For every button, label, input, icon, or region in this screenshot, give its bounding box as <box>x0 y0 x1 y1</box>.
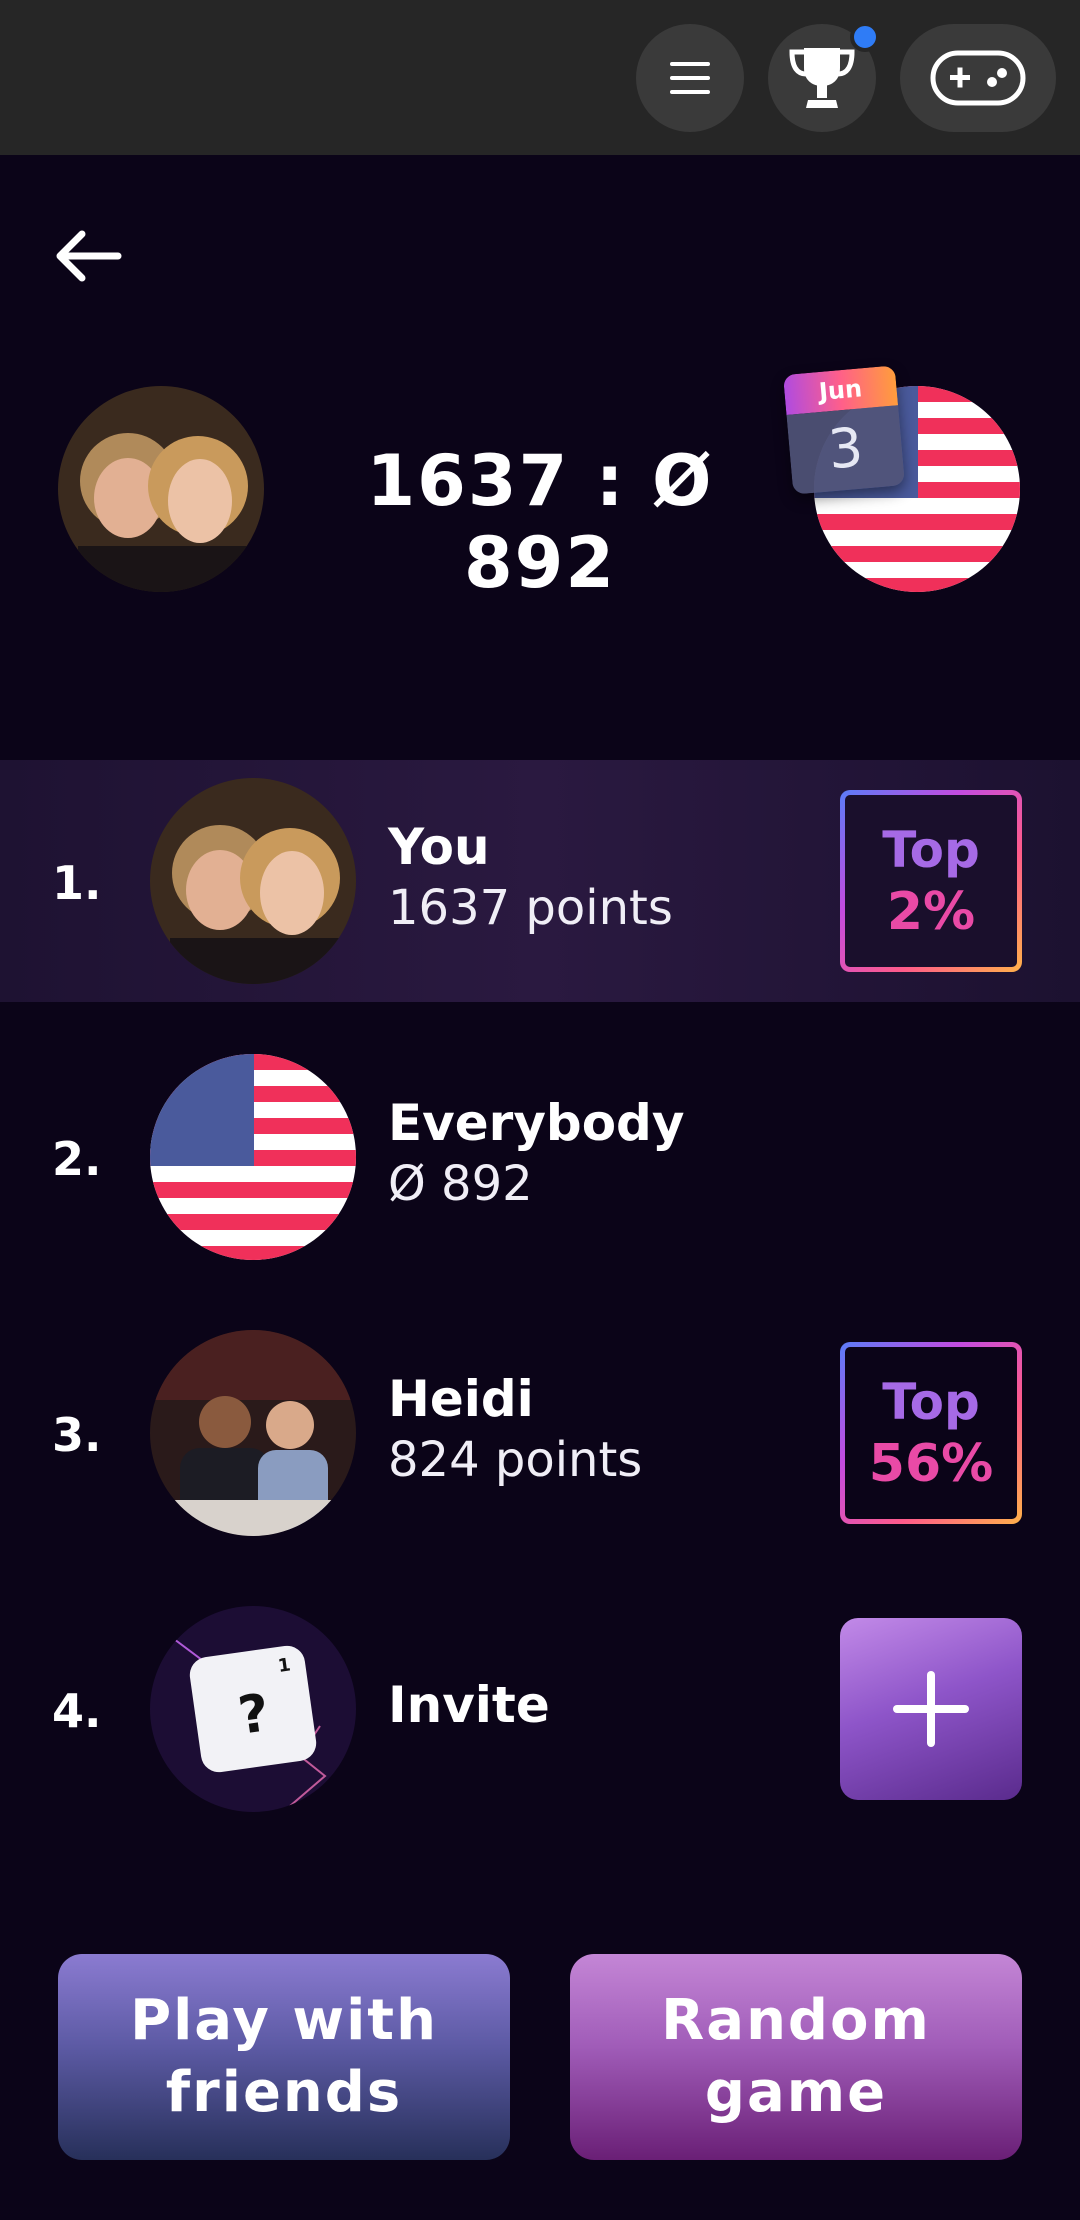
games-button[interactable] <box>900 24 1056 132</box>
top-percent-badge: Top 2% <box>840 790 1022 972</box>
leaderboard-row-everybody[interactable]: 2. Everybody Ø 892 <box>0 1036 1080 1278</box>
top-percent-badge: Top 56% <box>840 1342 1022 1524</box>
top-bar <box>0 0 1080 155</box>
badge-label: Top <box>882 821 980 879</box>
rank-number: 2. <box>52 1132 102 1186</box>
player-points: 1637 points <box>388 880 673 936</box>
plus-icon <box>893 1671 969 1747</box>
us-flag-icon <box>150 1054 356 1260</box>
trophy-button[interactable] <box>768 22 880 132</box>
rank-number: 3. <box>52 1408 102 1462</box>
gamepad-icon <box>930 50 1026 106</box>
user-avatar <box>150 778 356 984</box>
play-with-friends-button[interactable]: Play with friends <box>58 1954 510 2160</box>
badge-percent: 2% <box>886 882 976 942</box>
calendar-day: 3 <box>786 405 906 495</box>
badge-label: Top <box>882 1373 980 1431</box>
menu-button[interactable] <box>636 24 744 132</box>
invite-tile-icon: ? 1 <box>150 1606 356 1812</box>
invite-label: Invite <box>388 1676 550 1734</box>
calendar-date-badge: Jun 3 <box>782 365 906 495</box>
leaderboard-row-invite[interactable]: 4. ? 1 Invite <box>0 1588 1080 1830</box>
leaderboard-row-you[interactable]: 1. You 1637 points Top 2% <box>0 760 1080 1002</box>
leaderboard-row-heidi[interactable]: 3. Heidi 824 points Top 56% <box>0 1312 1080 1554</box>
hamburger-menu-icon <box>670 62 710 94</box>
random-game-button[interactable]: Random game <box>570 1954 1022 2160</box>
player-name: Everybody <box>388 1094 685 1152</box>
score-comparison: 1637 : Ø 892 <box>366 440 714 604</box>
player-name: Heidi <box>388 1370 534 1428</box>
player-name: You <box>388 818 490 876</box>
friend-avatar <box>150 1330 356 1536</box>
rank-number: 4. <box>52 1684 102 1738</box>
average-points: Ø 892 <box>388 1156 533 1212</box>
notification-dot <box>850 22 880 52</box>
player-points: 824 points <box>388 1432 643 1488</box>
trophy-icon <box>789 48 855 108</box>
back-arrow-icon[interactable] <box>52 228 124 284</box>
rank-number: 1. <box>52 856 102 910</box>
user-avatar <box>58 386 264 592</box>
badge-percent: 56% <box>868 1434 994 1494</box>
invite-button[interactable] <box>840 1618 1022 1800</box>
